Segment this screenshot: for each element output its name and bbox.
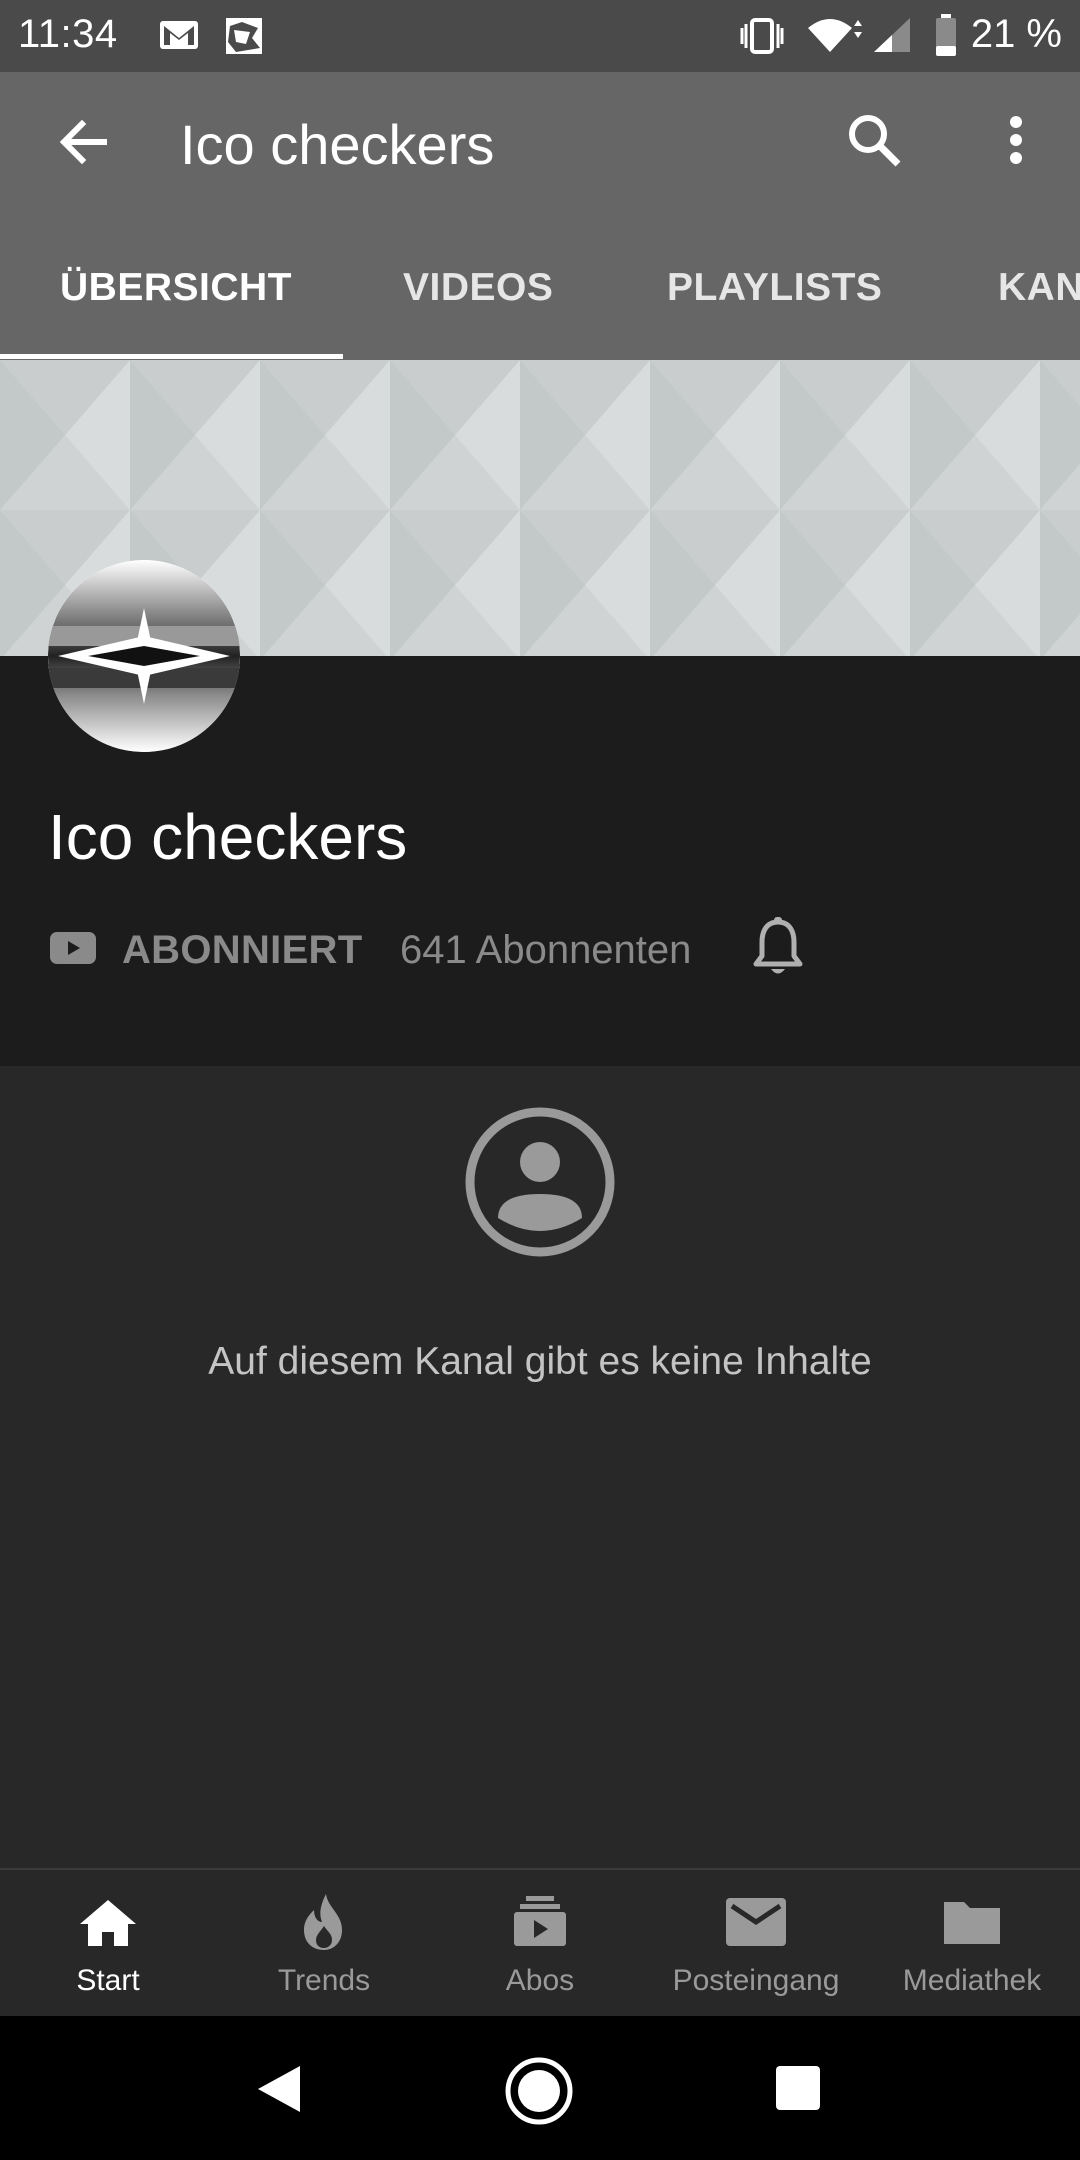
- vibrate-icon: [740, 18, 784, 54]
- home-icon: [80, 1900, 136, 1946]
- nav-label: Start: [76, 1964, 140, 1997]
- nav-label: Posteingang: [672, 1964, 840, 1997]
- folder-icon: [944, 1902, 1000, 1944]
- nav-item-abos[interactable]: Abos: [432, 1868, 648, 2016]
- nav-item-mediathek[interactable]: Mediathek: [864, 1868, 1080, 2016]
- account-circle-icon: [465, 1107, 615, 1257]
- app-bar-title: Ico checkers: [180, 113, 495, 176]
- subscribed-button[interactable]: ABONNIERT: [122, 928, 362, 973]
- nav-item-posteingang[interactable]: Posteingang: [648, 1868, 864, 2016]
- photo-notification-icon: [226, 18, 262, 54]
- tab-videos[interactable]: VIDEOS: [403, 266, 553, 310]
- system-back-icon[interactable]: [254, 2064, 304, 2114]
- channel-avatar[interactable]: [48, 560, 240, 752]
- more-vert-icon[interactable]: [996, 108, 1036, 172]
- battery-percentage: 21 %: [970, 12, 1062, 56]
- signal-icon: [874, 18, 910, 52]
- system-home-icon[interactable]: [504, 2056, 574, 2126]
- app-bar: [0, 72, 1080, 360]
- status-time: 11:34: [18, 12, 118, 56]
- search-icon[interactable]: [842, 108, 906, 172]
- wifi-icon: [808, 19, 862, 52]
- channel-logo-icon: [48, 560, 240, 752]
- youtube-icon: [50, 932, 96, 964]
- back-arrow-icon[interactable]: [52, 110, 116, 174]
- battery-icon: [936, 14, 956, 56]
- subscriber-count: 641 Abonnenten: [400, 928, 692, 972]
- tab-overview[interactable]: ÜBERSICHT: [60, 266, 292, 310]
- system-recents-icon[interactable]: [774, 2064, 822, 2112]
- nav-item-trends[interactable]: Trends: [216, 1868, 432, 2016]
- channel-name: Ico checkers: [48, 801, 408, 873]
- flame-icon: [304, 1894, 342, 1950]
- gmail-icon: [160, 21, 198, 49]
- subscriptions-icon: [514, 1896, 566, 1946]
- nav-item-start[interactable]: Start: [0, 1868, 216, 2016]
- tab-channels[interactable]: KAN: [998, 266, 1080, 310]
- tab-playlists[interactable]: PLAYLISTS: [667, 266, 882, 310]
- nav-label: Trends: [277, 1964, 371, 1997]
- nav-label: Abos: [505, 1964, 575, 1997]
- notification-bell-icon[interactable]: [750, 916, 806, 978]
- mail-icon: [726, 1898, 786, 1946]
- empty-state-text: Auf diesem Kanal gibt es keine Inhalte: [208, 1340, 872, 1383]
- tab-indicator: [0, 354, 343, 359]
- nav-label: Mediathek: [902, 1964, 1042, 1997]
